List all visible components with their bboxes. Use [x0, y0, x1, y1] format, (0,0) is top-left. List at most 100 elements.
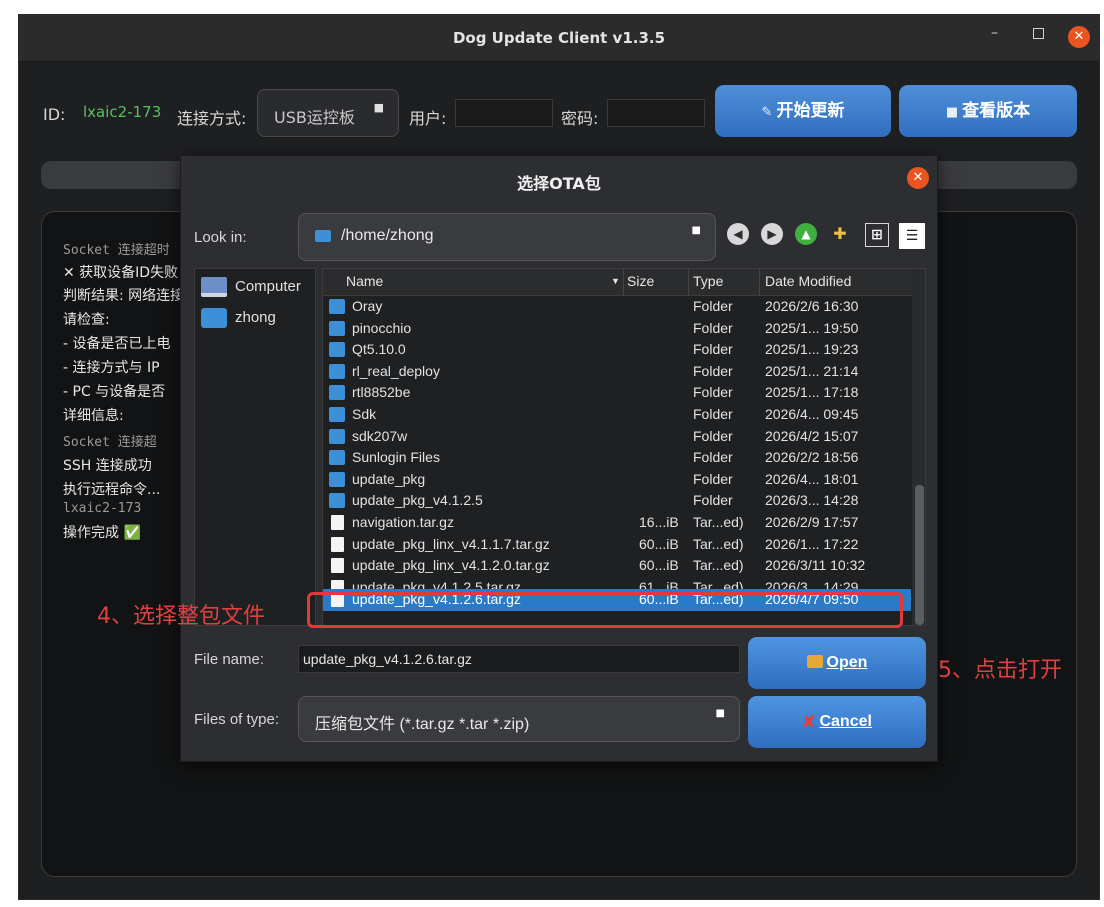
dropdown-arrow-icon: ■ [691, 225, 701, 236]
dropdown-arrow-icon: ■ [373, 101, 384, 114]
forward-icon[interactable]: ▶ [761, 223, 783, 245]
start-update-label: 开始更新 [776, 101, 845, 121]
user-input[interactable] [455, 99, 553, 127]
dropdown-arrow-icon: ■ [715, 708, 725, 719]
file-type-cell: Tar...ed) [693, 535, 744, 552]
folder-icon [201, 308, 227, 328]
file-date-cell: 2026/3... 14:29 [765, 578, 859, 589]
file-row[interactable]: update_pkg_linx_v4.1.2.0.tar.gz 60...iB Ta… [323, 555, 911, 577]
file-name-cell: Qt5.10.0 [352, 341, 406, 358]
file-type-combo[interactable]: 压缩包文件 (*.tar.gz *.tar *.zip) ■ [298, 696, 740, 742]
folder-icon [329, 385, 345, 401]
file-type-cell: Folder [693, 362, 733, 379]
cancel-button[interactable]: ✘ Cancel [748, 696, 926, 748]
file-size-cell: 60...iB [639, 557, 679, 574]
file-date-cell: 2025/1... 17:18 [765, 384, 859, 401]
file-date-cell: 2026/2/6 16:30 [765, 298, 859, 314]
log-line: - 连接方式与 IP [63, 360, 160, 376]
file-type-cell: Folder [693, 427, 733, 444]
log-line: 请检查: [63, 312, 110, 328]
file-type-cell: Folder [693, 298, 733, 314]
file-size-cell: 16...iB [639, 514, 679, 530]
file-icon [331, 579, 344, 589]
dialog-close-icon[interactable]: ✕ [907, 167, 929, 189]
file-type-value: 压缩包文件 (*.tar.gz *.tar *.zip) [315, 716, 530, 733]
folder-icon [315, 230, 331, 242]
file-name-label: File name: [194, 651, 264, 668]
folder-icon [329, 363, 345, 379]
file-type-cell: Folder [693, 406, 733, 422]
file-name-cell: update_pkg_v4.1.2.5 [352, 492, 483, 509]
file-name-cell: rtl8852be [352, 384, 411, 401]
password-label: 密码: [561, 109, 599, 128]
file-row[interactable]: rl_real_deploy Folder 2025/1... 21:14 [323, 361, 911, 383]
column-header-date[interactable]: Date Modified [765, 273, 851, 289]
user-label: 用户: [409, 109, 447, 128]
annotation-step-4: 4、选择整包文件 [97, 604, 265, 629]
scrollbar-thumb[interactable] [915, 485, 924, 625]
file-size-cell: 60...iB [639, 535, 679, 552]
file-name-cell: pinocchio [352, 319, 412, 336]
file-type-cell: Tar...ed) [693, 578, 744, 589]
file-row[interactable]: update_pkg_v4.1.2.5 Folder 2026/3... 14:28 [323, 490, 911, 512]
file-row[interactable]: Sdk Folder 2026/4... 09:45 [323, 404, 911, 426]
open-folder-icon [806, 655, 823, 668]
column-header-type[interactable]: Type [693, 273, 723, 289]
selection-highlight-box [307, 592, 903, 628]
file-row[interactable]: Sunlogin Files Folder 2026/2/2 18:56 [323, 447, 911, 469]
file-date-cell: 2026/1... 17:22 [765, 535, 859, 552]
column-header-name[interactable]: Name [346, 273, 383, 289]
view-version-button[interactable]: ■ 查看版本 [899, 85, 1077, 137]
file-name-value: update_pkg_v4.1.2.6.tar.gz [303, 651, 472, 667]
close-icon[interactable]: ✕ [1068, 26, 1090, 48]
current-path: /home/zhong [341, 227, 434, 244]
column-header-size[interactable]: Size [627, 273, 654, 289]
back-icon[interactable]: ◀ [727, 223, 749, 245]
file-row[interactable]: sdk207w Folder 2026/4/2 15:07 [323, 426, 911, 448]
file-name-cell: update_pkg [352, 470, 426, 487]
dialog-title: 选择OTA包 [517, 174, 601, 193]
detail-view-icon[interactable]: ☰ [899, 223, 925, 249]
look-in-combo[interactable]: /home/zhong ■ [298, 213, 716, 261]
maximize-icon[interactable] [1033, 28, 1044, 39]
log-line: 操作完成 ✅ [63, 525, 141, 541]
places-sidebar: Computer zhong [194, 268, 316, 626]
minimize-icon[interactable]: – [991, 25, 998, 41]
log-line: - PC 与设备是否 [63, 384, 166, 400]
column-divider [623, 269, 624, 295]
new-folder-icon[interactable]: ✚ [829, 223, 851, 245]
file-name-cell: sdk207w [352, 427, 408, 444]
folder-icon [329, 471, 345, 487]
start-update-button[interactable]: ✎ 开始更新 [715, 85, 891, 137]
file-row[interactable]: update_pkg_linx_v4.1.1.7.tar.gz 60...iB Ta… [323, 534, 911, 556]
file-type-label: Files of type: [194, 711, 280, 728]
open-button[interactable]: Open [748, 637, 926, 689]
file-row[interactable]: navigation.tar.gz 16...iB Tar...ed) 2026/2/… [323, 512, 911, 534]
file-name-cell: Oray [352, 298, 383, 314]
file-row[interactable]: pinocchio Folder 2025/1... 19:50 [323, 318, 911, 340]
file-name-label-text: File name: [194, 651, 265, 668]
file-date-cell: 2025/1... 19:50 [765, 319, 859, 336]
folder-icon [329, 428, 345, 444]
sort-arrow-icon: ▼ [611, 276, 620, 286]
file-type-cell: Folder [693, 449, 733, 466]
password-input[interactable] [607, 99, 705, 127]
connection-select[interactable]: USB运控板 ■ [257, 89, 399, 137]
look-in-label: Look in: [194, 229, 247, 246]
log-line: 判断结果: 网络连接 [63, 288, 183, 304]
file-row[interactable]: Qt5.10.0 Folder 2025/1... 19:23 [323, 339, 911, 361]
file-date-cell: 2026/4/2 15:07 [765, 427, 859, 444]
list-view-icon[interactable]: ⊞ [865, 223, 889, 247]
file-row[interactable]: update_pkg_v4.1.2.5.tar.gz 61...iB Tar...e… [323, 577, 911, 589]
sidebar-item-label: Computer [235, 278, 301, 295]
file-row[interactable]: rtl8852be Folder 2025/1... 17:18 [323, 382, 911, 404]
folder-icon [329, 493, 345, 509]
file-name-input[interactable]: update_pkg_v4.1.2.6.tar.gz [298, 645, 740, 673]
parent-directory-icon[interactable]: ▲ [795, 223, 817, 245]
file-row[interactable]: Oray Folder 2026/2/6 16:30 [323, 296, 911, 318]
trash-icon: ■ [945, 105, 959, 120]
file-date-cell: 2025/1... 19:23 [765, 341, 859, 358]
cancel-x-icon: ✘ [802, 714, 816, 731]
log-line: Socket 连接超 [63, 435, 157, 450]
file-row[interactable]: update_pkg Folder 2026/4... 18:01 [323, 469, 911, 491]
